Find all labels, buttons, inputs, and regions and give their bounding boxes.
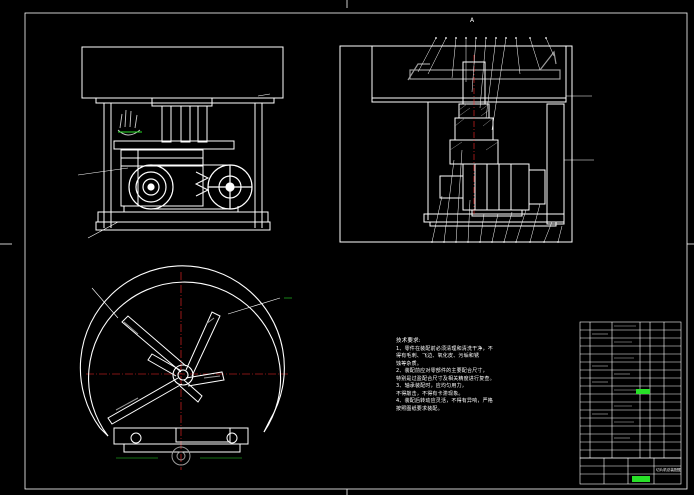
motor-pulley bbox=[128, 164, 174, 210]
warning-hand-icon bbox=[117, 109, 142, 136]
blade-inserts bbox=[115, 317, 221, 411]
cad-drawing-canvas: A 切片机总装配图 bbox=[0, 0, 694, 495]
center-lines bbox=[86, 272, 288, 470]
notes-line: 得有毛刺、飞边、氧化皮、污垢和锈 bbox=[396, 353, 480, 359]
motor-side bbox=[439, 163, 546, 217]
section-mark: A bbox=[470, 17, 475, 24]
housing-outline bbox=[79, 265, 285, 437]
technical-requirements: 技术要求: 1、零件在装配前必须清理和清洗干净，不 得有毛刺、飞边、氧化皮、污垢… bbox=[396, 338, 526, 413]
notes-line: 不得敲击，不得有卡滞现象。 bbox=[396, 390, 464, 397]
top-view bbox=[79, 265, 292, 470]
notes-line: 3、轴承装配时，应均匀用力， bbox=[396, 383, 467, 389]
part-leaders-top bbox=[417, 37, 555, 131]
notes-line: 4、装配后转动应灵活，不得有异响，严格 bbox=[396, 398, 493, 404]
notes-line: 特别是过盈配合尺寸及相关精度进行复查。 bbox=[396, 375, 495, 382]
hub bbox=[172, 364, 194, 386]
bom-cell-texture bbox=[592, 325, 636, 439]
front-view bbox=[77, 46, 284, 239]
cutter-disk bbox=[407, 50, 561, 81]
notes-line: 1、零件在装配前必须清理和清洗干净，不 bbox=[396, 345, 493, 352]
notes-line: 蚀等杂质。 bbox=[396, 360, 423, 367]
title-block-logo bbox=[632, 476, 650, 482]
notes-line: 按照图纸要求装配。 bbox=[396, 405, 443, 412]
driven-pulley bbox=[207, 164, 253, 210]
drawing-title: 切片机总装配图 bbox=[656, 467, 682, 472]
cutter-arms bbox=[107, 311, 225, 425]
notes-line: 2、装配前应对零部件的主要配合尺寸， bbox=[396, 368, 488, 374]
side-section-view: A bbox=[339, 17, 594, 243]
notes-title: 技术要求: bbox=[396, 338, 421, 344]
title-block-header bbox=[636, 389, 650, 394]
dimension-lines bbox=[91, 287, 292, 459]
